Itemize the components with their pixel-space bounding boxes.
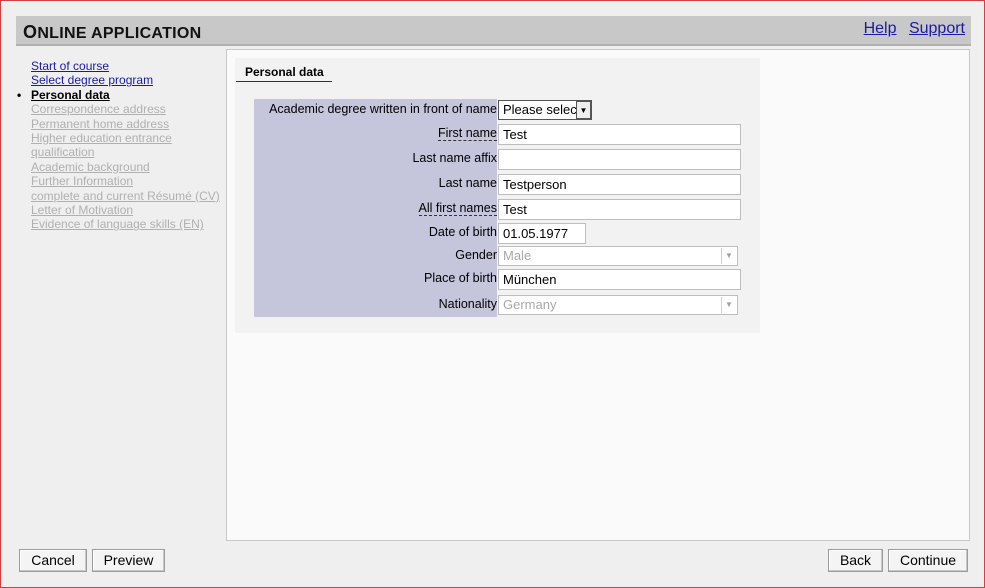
date-of-birth-field[interactable]: 01.05.1977 <box>498 223 586 244</box>
sidebar-item-label: Select degree program <box>31 73 154 88</box>
bullet-icon: • <box>17 87 22 102</box>
section-tab: Personal data <box>236 64 332 82</box>
gender-row: Gender Male ▼ <box>254 245 747 269</box>
date-of-birth-row: Date of birth 01.05.1977 <box>254 222 747 246</box>
help-link[interactable]: Help <box>864 20 897 37</box>
sidebar-item-label: Permanent home address <box>31 116 170 131</box>
chevron-down-icon[interactable]: ▼ <box>721 297 736 313</box>
all-first-names-row: All first names Test <box>254 198 747 222</box>
main-content: Personal data Academic degree written in… <box>226 49 970 541</box>
academic-degree-label: Academic degree written in front of name <box>269 102 497 116</box>
sidebar-item-higher-education-entrance-qualification: •Higher education entrance qualification <box>16 131 226 160</box>
nationality-row: Nationality Germany ▼ <box>254 294 747 318</box>
header-links: Help Support <box>856 20 965 38</box>
sidebar-item-label: Academic background <box>31 159 150 174</box>
sidebar-item-label: Start of course <box>31 59 110 73</box>
last-name-label: Last name <box>438 176 497 190</box>
page-title-initial: O <box>23 22 38 42</box>
sidebar-item-label: Correspondence address <box>31 102 166 117</box>
chevron-down-icon[interactable]: ▼ <box>721 248 736 264</box>
academic-degree-select[interactable]: Please select ▼ <box>498 100 592 120</box>
all-first-names-label: All first names <box>418 201 497 216</box>
last-name-affix-field[interactable] <box>498 149 741 170</box>
sidebar-item-label: Personal data <box>31 87 110 102</box>
sidebar-nav: •Start of course •Select degree program … <box>16 59 226 232</box>
preview-button[interactable]: Preview <box>92 549 165 572</box>
sidebar-item-label: Further Information <box>31 174 134 189</box>
sidebar-item-select-degree-program[interactable]: •Select degree program <box>16 73 226 87</box>
page-title: ONLINE APPLICATION <box>23 22 202 43</box>
sidebar-item-label: Evidence of language skills (EN) <box>31 217 204 232</box>
all-first-names-field[interactable]: Test <box>498 199 741 220</box>
academic-degree-value: Please select <box>503 102 581 117</box>
gender-select[interactable]: Male ▼ <box>498 246 738 266</box>
sidebar-item-evidence-of-language-skills: •Evidence of language skills (EN) <box>16 217 226 231</box>
last-name-affix-row: Last name affix <box>254 148 747 172</box>
personal-data-form: Academic degree written in front of name… <box>254 99 747 317</box>
nationality-select[interactable]: Germany ▼ <box>498 295 738 315</box>
sidebar-item-personal-data[interactable]: • Personal data <box>16 88 226 102</box>
last-name-affix-label: Last name affix <box>412 151 497 165</box>
last-name-field[interactable]: Testperson <box>498 174 741 195</box>
nav-list: •Start of course •Select degree program … <box>16 59 226 232</box>
first-name-field[interactable]: Test <box>498 124 741 145</box>
back-button[interactable]: Back <box>828 549 883 572</box>
gender-value: Male <box>503 248 532 263</box>
place-of-birth-field[interactable]: München <box>498 269 741 290</box>
sidebar-item-label: Higher education entrance qualification <box>31 131 172 160</box>
academic-degree-row: Academic degree written in front of name… <box>254 99 747 123</box>
date-of-birth-label: Date of birth <box>428 225 497 239</box>
last-name-row: Last name Testperson <box>254 173 747 197</box>
support-link[interactable]: Support <box>909 20 965 37</box>
place-of-birth-label: Place of birth <box>424 271 497 285</box>
sidebar-item-correspondence-address: •Correspondence address <box>16 102 226 116</box>
first-name-row: First name Test <box>254 123 747 147</box>
sidebar-item-academic-background: •Academic background <box>16 160 226 174</box>
app-header: ONLINE APPLICATION Help Support <box>16 16 971 46</box>
sidebar-item-permanent-home-address: •Permanent home address <box>16 117 226 131</box>
sidebar-item-further-information: •Further Information <box>16 174 226 188</box>
place-of-birth-row: Place of birth München <box>254 268 747 292</box>
cancel-button[interactable]: Cancel <box>19 549 87 572</box>
chevron-down-icon[interactable]: ▼ <box>576 101 591 119</box>
sidebar-item-start-of-course[interactable]: •Start of course <box>16 59 226 73</box>
gender-label: Gender <box>455 248 497 262</box>
nationality-label: Nationality <box>438 297 497 311</box>
nationality-value: Germany <box>503 297 557 312</box>
page-title-rest: NLINE APPLICATION <box>37 25 202 42</box>
sidebar-item-label: Letter of Motivation <box>31 203 134 218</box>
sidebar-item-resume: •complete and current Résumé (CV) <box>16 189 226 203</box>
sidebar-item-label: complete and current Résumé (CV) <box>31 188 220 203</box>
sidebar-item-letter-of-motivation: •Letter of Motivation <box>16 203 226 217</box>
first-name-label: First name <box>437 126 497 141</box>
continue-button[interactable]: Continue <box>888 549 968 572</box>
personal-data-card: Personal data Academic degree written in… <box>235 58 760 333</box>
